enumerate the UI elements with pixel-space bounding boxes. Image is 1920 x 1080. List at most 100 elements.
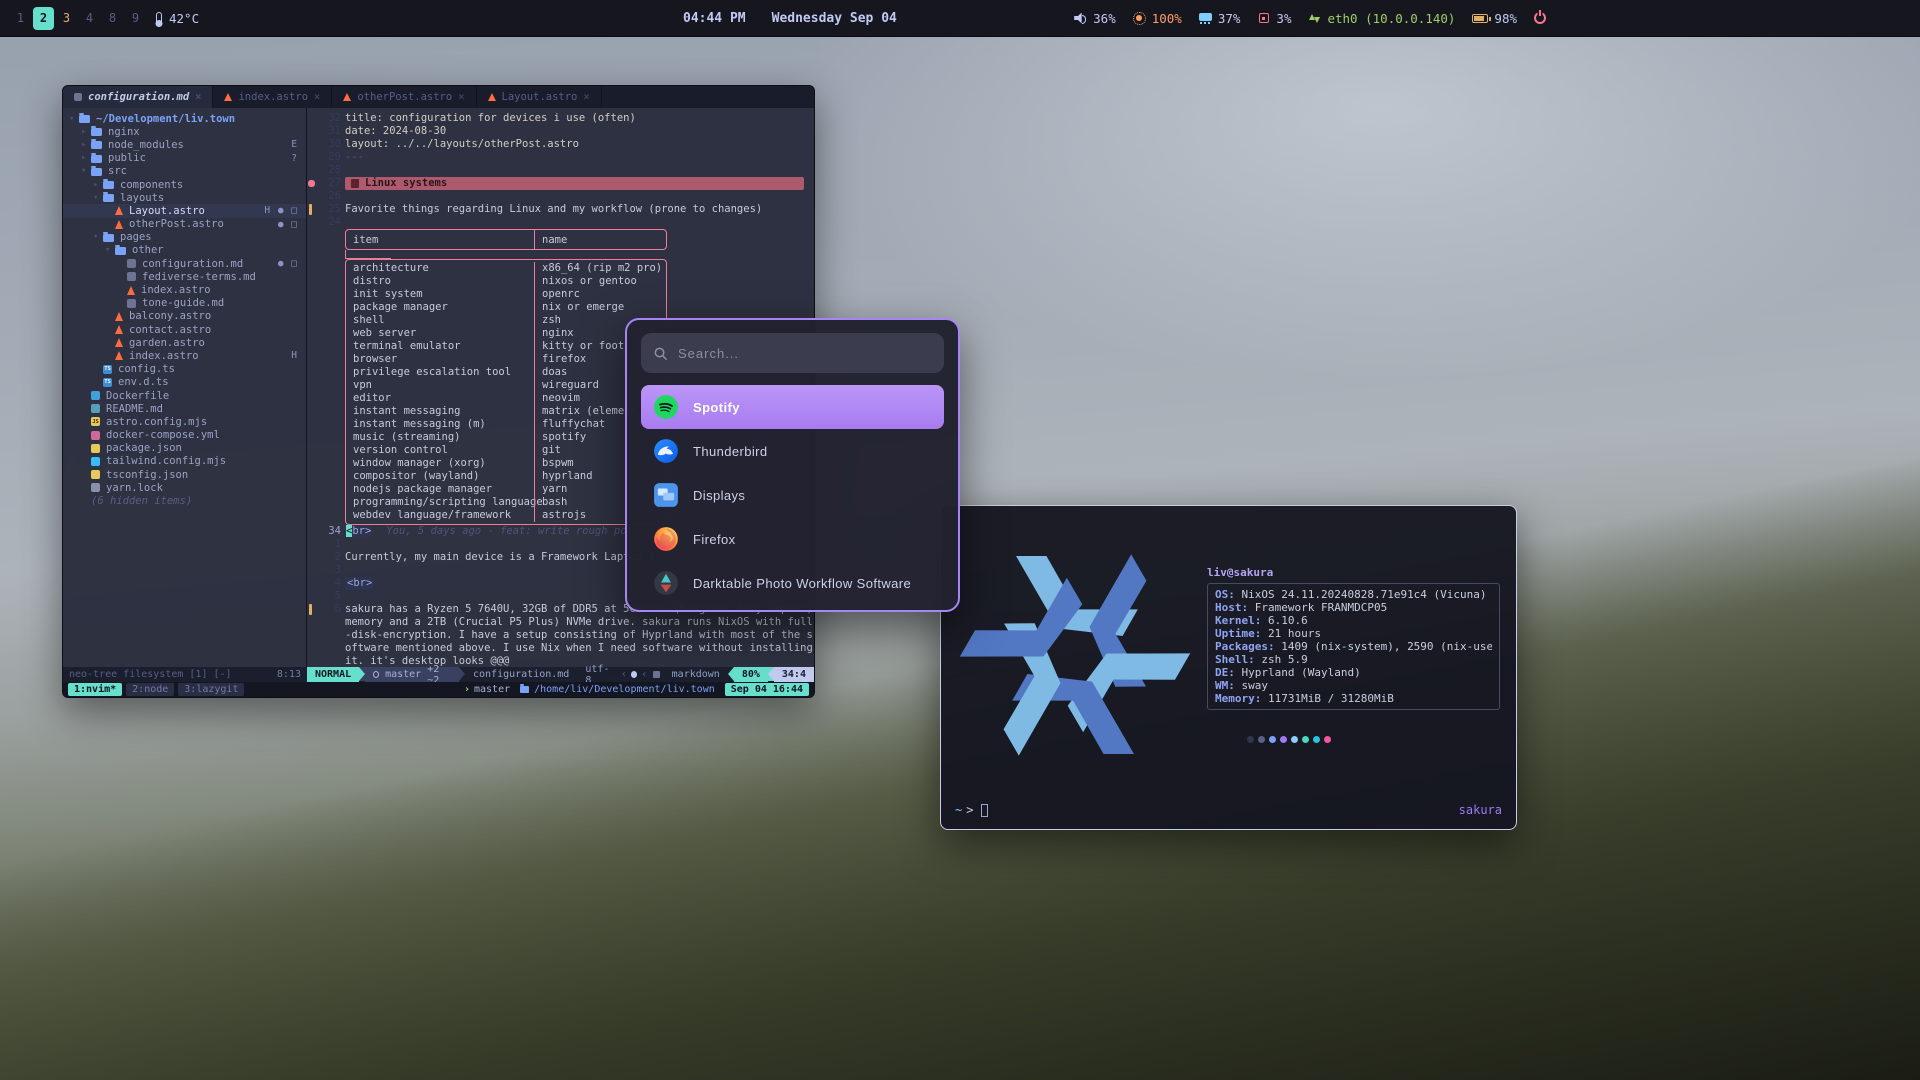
launcher-item[interactable]: Displays [641,473,944,517]
tree-item[interactable]: index.astro [63,283,306,296]
prompt-path: ~ [955,803,962,817]
expander-icon[interactable] [81,166,91,176]
launcher-item[interactable]: Thunderbird [641,429,944,473]
tree-item[interactable]: tailwind.config.mjs [63,455,306,468]
tree-item[interactable]: otherPost.astro ● □ [63,218,306,231]
tab-close-icon[interactable] [458,91,464,103]
tree-item[interactable]: components [63,178,306,191]
tree-item[interactable]: yarn.lock [63,481,306,494]
tree-item[interactable]: src [63,165,306,178]
editor-tab[interactable]: configuration.md [63,86,213,108]
git-status-badge: H ● □ [264,205,306,216]
tmux-window-tab[interactable]: 1:nvim* [68,683,122,696]
tab-close-icon[interactable] [195,91,201,103]
launcher-search[interactable] [641,333,944,373]
table-col-name: name [534,230,666,249]
workspace-button[interactable]: 2 [33,7,54,30]
tree-item[interactable]: pages [63,231,306,244]
expander-icon[interactable] [105,245,115,255]
launcher-item[interactable]: Spotify [641,385,944,429]
tree-item-label: node_modules [108,139,184,151]
tree-item[interactable]: node_modules E [63,138,306,151]
tree-item[interactable]: (6 hidden items) [63,494,306,507]
tree-item[interactable]: public ? [63,152,306,165]
tab-close-icon[interactable] [314,91,320,103]
table-row: 6 window manager (xorg) bspwm [346,457,666,470]
table-cell-item: programming/scripting language [346,496,534,509]
tree-item[interactable]: ~/Development/liv.town [63,112,306,125]
tree-item[interactable]: Layout.astro H ● □ [63,204,306,217]
line-text: date: 2024-08-30 [345,125,446,138]
clock[interactable]: 04:44 PM Wednesday Sep 04 [683,0,897,36]
workspace-button[interactable]: 4 [79,7,100,30]
separator-icon [641,667,647,682]
shell-prompt[interactable]: ~ > sakura [955,803,1502,817]
expander-icon[interactable] [81,140,91,150]
table-row: 3 programming/scripting language bash [346,496,666,509]
tmux-window-tab[interactable]: 2:node [126,683,174,696]
expander-icon[interactable] [81,153,91,163]
launcher-item[interactable]: Firefox [641,517,944,561]
tree-item[interactable]: fediverse-terms.md [63,270,306,283]
editor-tab[interactable]: otherPost.astro [332,86,476,108]
tree-item-label: configuration.md [142,258,243,270]
info-line: DE: Hyprland (Wayland) [1215,666,1492,679]
expander-icon[interactable] [69,114,79,124]
tree-item[interactable]: tsconfig.json [63,468,306,481]
tree-item[interactable]: configuration.md ● □ [63,257,306,270]
workspace-button[interactable]: 1 [10,7,31,30]
system-module[interactable]: 100% [1133,11,1182,26]
tree-item[interactable]: docker-compose.yml [63,429,306,442]
table-cell-item: instant messaging (m) [346,418,534,431]
tree-item-label: tsconfig.json [106,469,188,481]
expander-icon[interactable] [93,232,103,242]
sign-column [307,590,317,603]
workspace-button[interactable]: 8 [102,7,123,30]
system-module[interactable]: 36% [1074,11,1116,26]
workspace-button[interactable]: 9 [125,7,146,30]
module-value: 36% [1093,11,1116,26]
tree-item[interactable]: tone-guide.md [63,297,306,310]
tree-item[interactable]: contact.astro [63,323,306,336]
tree-item[interactable]: config.ts [63,363,306,376]
tree-item-label: index.astro [129,350,199,362]
tree-item[interactable]: nginx [63,125,306,138]
system-module[interactable]: 98% [1472,11,1517,26]
tree-item[interactable]: index.astro H [63,349,306,362]
editor-tab[interactable]: Layout.astro [477,86,602,108]
file-icon [91,155,102,163]
palette-dot [1313,736,1320,743]
tree-item[interactable]: env.d.ts [63,376,306,389]
search-input[interactable] [678,346,932,361]
table-cell-item: editor [346,392,534,405]
system-module[interactable]: eth0 (10.0.0.140) [1308,11,1455,26]
tree-item[interactable]: README.md [63,402,306,415]
tab-close-icon[interactable] [583,91,589,103]
tab-label: index.astro [238,91,308,103]
editor-tab[interactable]: index.astro [213,86,332,108]
tree-item[interactable]: astro.config.mjs [63,415,306,428]
expander-icon[interactable] [93,180,103,190]
table-row: 5 compositor (wayland) hyprland [346,470,666,483]
tree-item[interactable]: layouts [63,191,306,204]
tree-item[interactable]: Dockerfile [63,389,306,402]
filetype-label: markdown [664,667,728,682]
launcher-item[interactable]: Darktable Photo Workflow Software [641,561,944,605]
tree-item[interactable]: other [63,244,306,257]
tab-label: configuration.md [88,91,189,103]
tmux-window-tab[interactable]: 3:lazygit [178,683,244,696]
system-module[interactable] [1534,12,1552,24]
tree-item[interactable]: garden.astro [63,336,306,349]
file-icon [103,194,114,202]
buffer-line: 27 Linux systems [307,177,814,190]
expander-icon[interactable] [81,127,91,137]
workspace-button[interactable]: 3 [56,7,77,30]
tree-item[interactable]: package.json [63,442,306,455]
palette-dot [1258,736,1265,743]
expander-icon[interactable] [93,193,103,203]
system-module[interactable]: 3% [1257,11,1291,26]
file-icon [91,457,100,466]
temperature-module[interactable]: 42°C [156,11,199,26]
tree-item[interactable]: balcony.astro [63,310,306,323]
system-module[interactable]: 37% [1199,11,1241,26]
